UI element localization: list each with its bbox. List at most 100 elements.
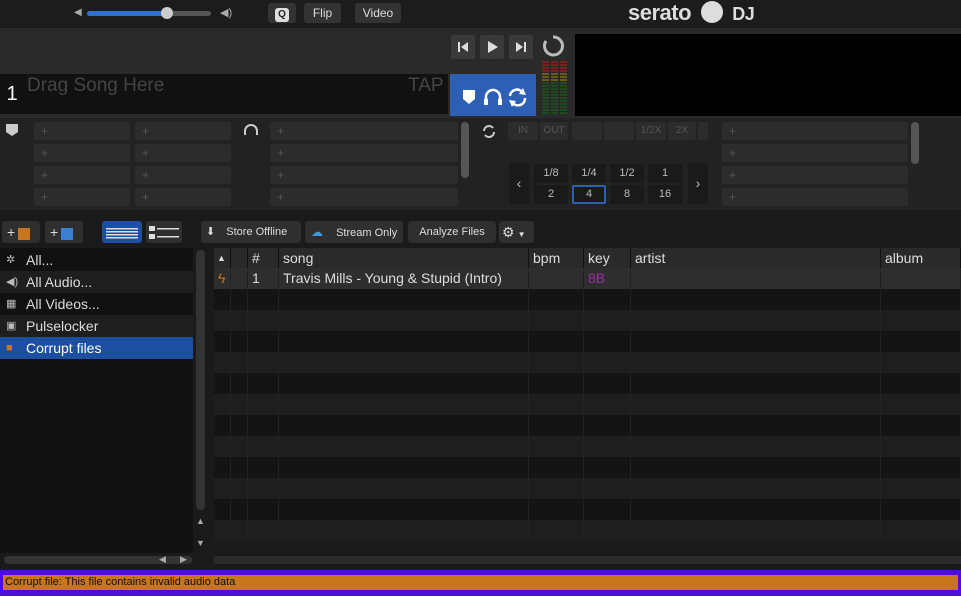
loop-prev-button[interactable]: ‹ bbox=[509, 163, 529, 204]
sidebar-item-all[interactable]: ✲ All... bbox=[0, 249, 193, 271]
bpm-column-header[interactable]: bpm bbox=[529, 248, 584, 268]
cue-pad[interactable]: + bbox=[135, 166, 231, 184]
meter-segment bbox=[542, 73, 549, 75]
loop-stepper[interactable] bbox=[698, 122, 708, 140]
sample-pad[interactable]: + bbox=[722, 188, 908, 206]
loop-size-button[interactable]: 1 bbox=[648, 164, 682, 183]
table-row[interactable] bbox=[214, 457, 961, 478]
loop-roll-icon bbox=[483, 125, 495, 138]
key-column-header[interactable]: key bbox=[584, 248, 631, 268]
pads-scrollbar[interactable] bbox=[461, 122, 469, 178]
table-row[interactable]: ϟ 1 Travis Mills - Young & Stupid (Intro) 8… bbox=[214, 268, 961, 289]
number-column-header[interactable]: # bbox=[248, 248, 279, 268]
scroll-right-arrow-icon[interactable]: ▶ bbox=[180, 554, 187, 565]
table-cell bbox=[231, 268, 248, 289]
table-cell bbox=[881, 499, 961, 520]
table-row[interactable] bbox=[214, 394, 961, 415]
cue-icon[interactable] bbox=[463, 90, 475, 104]
cue-pad[interactable]: + bbox=[34, 122, 130, 140]
cue-pad[interactable]: + bbox=[270, 166, 458, 184]
cue-pad[interactable]: + bbox=[270, 144, 458, 162]
flip-button[interactable]: Flip bbox=[304, 3, 341, 23]
table-row[interactable] bbox=[214, 289, 961, 310]
table-row[interactable] bbox=[214, 373, 961, 394]
loop-toggle-button[interactable] bbox=[604, 122, 634, 140]
table-row[interactable] bbox=[214, 310, 961, 331]
add-crate-button[interactable]: + bbox=[2, 221, 40, 243]
volume-slider-handle[interactable] bbox=[161, 7, 173, 19]
table-row[interactable] bbox=[214, 331, 961, 352]
scroll-up-arrow-icon[interactable]: ▲ bbox=[196, 516, 205, 526]
sidebar-item-all-videos[interactable]: ▦ All Videos... bbox=[0, 293, 193, 315]
loop-size-button[interactable]: 1/8 bbox=[534, 164, 568, 183]
sidebar-item-corrupt-files[interactable]: ■ Corrupt files bbox=[0, 337, 193, 359]
scroll-left-arrow-icon[interactable]: ◀ bbox=[159, 554, 166, 565]
sample-pad[interactable]: + bbox=[722, 122, 908, 140]
artist-column-header[interactable]: artist bbox=[631, 248, 881, 268]
table-row[interactable] bbox=[214, 436, 961, 457]
cue-pad[interactable]: + bbox=[34, 144, 130, 162]
table-row[interactable] bbox=[214, 352, 961, 373]
loop-size-button[interactable]: 1/2 bbox=[610, 164, 644, 183]
loop-size-button[interactable]: 1/4 bbox=[572, 164, 606, 183]
tap-button[interactable]: TAP bbox=[408, 75, 444, 97]
sidebar-item-pulselocker[interactable]: ▣ Pulselocker bbox=[0, 315, 193, 337]
right-pads-scrollbar[interactable] bbox=[911, 122, 919, 164]
table-row[interactable] bbox=[214, 520, 961, 541]
table-row[interactable] bbox=[214, 478, 961, 499]
table-cell bbox=[279, 499, 529, 520]
loop-reloop-button[interactable] bbox=[572, 122, 602, 140]
cue-pad[interactable]: + bbox=[135, 144, 231, 162]
table-cell bbox=[881, 457, 961, 478]
meter-segment bbox=[560, 94, 567, 96]
loop-half-button[interactable]: 1/2X bbox=[636, 122, 666, 140]
previous-track-button[interactable] bbox=[451, 35, 475, 59]
sort-column-header[interactable]: ▲ bbox=[214, 248, 231, 268]
sidebar-item-all-audio[interactable]: ◀) All Audio... bbox=[0, 271, 193, 293]
scroll-down-arrow-icon[interactable]: ▼ bbox=[196, 538, 205, 548]
quantize-button[interactable]: Q bbox=[268, 3, 296, 23]
loop-size-button[interactable]: 8 bbox=[610, 185, 644, 204]
detail-list-view-button[interactable] bbox=[146, 221, 182, 243]
simple-list-view-button[interactable] bbox=[102, 221, 142, 243]
table-cell bbox=[881, 436, 961, 457]
cue-pad[interactable]: + bbox=[135, 188, 231, 206]
loop-size-button[interactable]: 4 bbox=[572, 185, 606, 204]
store-offline-button[interactable]: ⬇ Store Offline bbox=[201, 221, 301, 243]
add-smart-crate-button[interactable]: + bbox=[45, 221, 83, 243]
album-column-header[interactable]: album bbox=[881, 248, 961, 268]
loop-out-button[interactable]: OUT bbox=[540, 122, 568, 140]
cue-pad[interactable]: + bbox=[135, 122, 231, 140]
loop-next-button[interactable]: › bbox=[688, 163, 708, 204]
table-cell bbox=[584, 394, 631, 415]
sample-pad[interactable]: + bbox=[722, 166, 908, 184]
status-column-header[interactable] bbox=[231, 248, 248, 268]
table-row[interactable] bbox=[214, 415, 961, 436]
cue-pad[interactable]: + bbox=[270, 188, 458, 206]
table-cell bbox=[248, 520, 279, 541]
loop-size-button[interactable]: 16 bbox=[648, 185, 682, 204]
loop-double-button[interactable]: 2X bbox=[668, 122, 696, 140]
headphones-icon[interactable] bbox=[484, 88, 502, 105]
cue-pad[interactable]: + bbox=[270, 122, 458, 140]
loop-size-button[interactable]: 2 bbox=[534, 185, 568, 204]
sidebar-scrollbar[interactable] bbox=[196, 250, 205, 510]
play-button[interactable] bbox=[480, 35, 504, 59]
table-row[interactable] bbox=[214, 499, 961, 520]
headphones-cue-icon bbox=[244, 124, 258, 135]
stream-only-button[interactable]: ☁ Stream Only bbox=[305, 221, 403, 243]
loop-in-button[interactable]: IN bbox=[508, 122, 538, 140]
analyze-files-button[interactable]: Analyze Files bbox=[408, 221, 496, 243]
sync-dial-icon[interactable] bbox=[541, 34, 565, 58]
song-column-header[interactable]: song bbox=[279, 248, 529, 268]
loop-icon[interactable] bbox=[508, 88, 527, 107]
cue-pad[interactable]: + bbox=[34, 166, 130, 184]
meter-segment bbox=[551, 100, 558, 102]
sample-pad[interactable]: + bbox=[722, 144, 908, 162]
next-track-button[interactable] bbox=[509, 35, 533, 59]
table-horizontal-scrollbar[interactable] bbox=[214, 556, 961, 564]
cue-pad[interactable]: + bbox=[34, 188, 130, 206]
settings-menu-button[interactable]: ⚙ ▼ bbox=[499, 221, 534, 243]
video-button[interactable]: Video bbox=[355, 3, 401, 23]
table-cell bbox=[631, 436, 881, 457]
